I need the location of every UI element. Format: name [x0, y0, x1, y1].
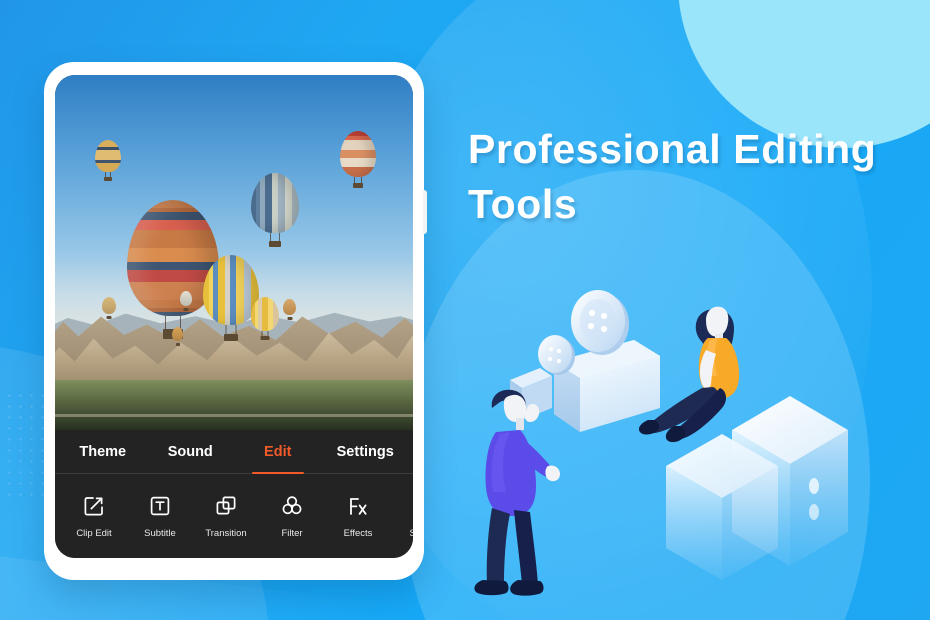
tool-label: Filter: [281, 528, 303, 539]
transition-icon: [213, 493, 239, 519]
tab-theme[interactable]: Theme: [59, 430, 147, 473]
tool-sticker[interactable]: Sticker: [391, 493, 413, 539]
tab-edit[interactable]: Edit: [234, 430, 322, 473]
terrain-field: [55, 380, 413, 430]
balloon-tiny-c: [283, 299, 296, 320]
page-title: Professional Editing Tools: [468, 126, 877, 227]
tool-strip[interactable]: Clip Edit Subtitle Transition Filter Eff…: [55, 474, 413, 558]
sticker-icon: [411, 493, 413, 519]
tool-clip-edit[interactable]: Clip Edit: [61, 493, 127, 539]
tool-subtitle[interactable]: Subtitle: [127, 493, 193, 539]
balloon-tiny-b: [180, 291, 192, 311]
tool-label: Subtitle: [144, 528, 176, 539]
phone-side-button: [423, 190, 427, 234]
filter-icon: [279, 493, 305, 519]
phone-mockup: Theme Sound Edit Settings Clip Edit Subt…: [44, 62, 427, 580]
phone-screen: Theme Sound Edit Settings Clip Edit Subt…: [55, 75, 413, 558]
video-preview-image[interactable]: [55, 75, 413, 430]
balloon-yellow-small: [251, 297, 279, 340]
terrain-road: [55, 414, 413, 417]
tool-filter[interactable]: Filter: [259, 493, 325, 539]
standing-man-figure: [474, 389, 560, 596]
subtitle-icon: [147, 493, 173, 519]
editor-tab-bar: Theme Sound Edit Settings: [55, 430, 413, 474]
video-production-illustration: [470, 280, 900, 600]
tool-transition[interactable]: Transition: [193, 493, 259, 539]
editor-panel: Theme Sound Edit Settings Clip Edit Subt…: [55, 430, 413, 558]
tab-settings[interactable]: Settings: [322, 430, 410, 473]
tool-label: Sticker: [409, 528, 413, 539]
tool-label: Transition: [205, 528, 247, 539]
balloon-gold-small: [95, 140, 121, 181]
effects-fx-icon: [345, 493, 371, 519]
clip-edit-icon: [81, 493, 107, 519]
tool-label: Clip Edit: [76, 528, 112, 539]
balloon-blue-grey: [251, 173, 299, 247]
balloon-tiny-a: [102, 297, 116, 319]
tool-effects[interactable]: Effects: [325, 493, 391, 539]
promo-banner: Professional Editing Tools Theme Sound E…: [0, 0, 930, 620]
tab-sound[interactable]: Sound: [147, 430, 235, 473]
balloon-tiny-d: [172, 327, 183, 346]
balloon-red-cream: [340, 131, 376, 188]
tool-label: Effects: [343, 528, 373, 539]
